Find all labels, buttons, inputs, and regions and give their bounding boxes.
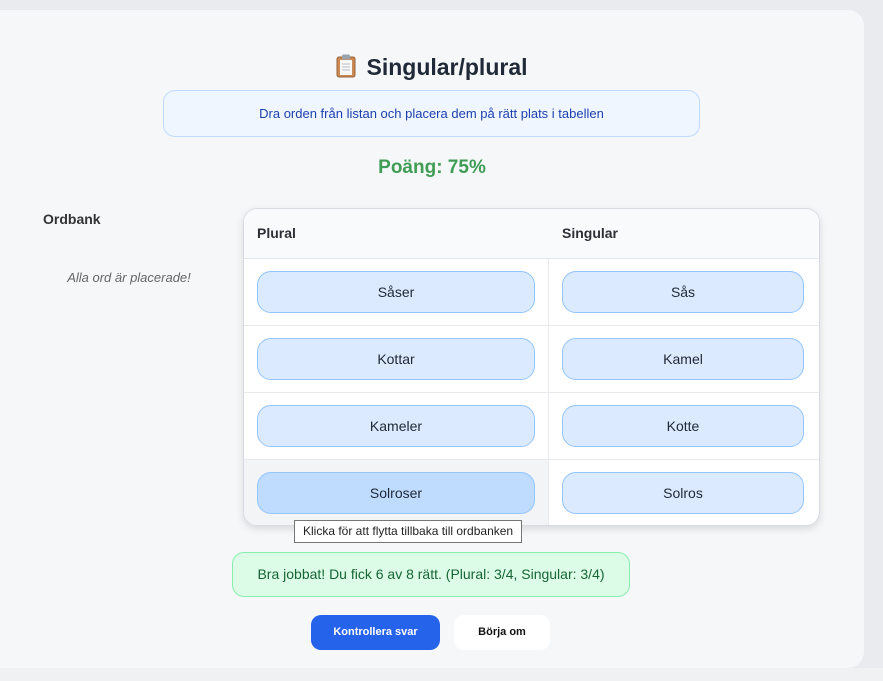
table-row: Solroser Solros bbox=[244, 460, 819, 525]
check-answers-button[interactable]: Kontrollera svar bbox=[311, 615, 440, 650]
column-header-singular: Singular bbox=[562, 225, 619, 241]
plural-drop-cell[interactable]: Kameler bbox=[244, 393, 549, 459]
word-bank-empty-message: Alla ord är placerade! bbox=[67, 270, 191, 285]
table-header: Plural Singular bbox=[244, 209, 819, 259]
word-chip[interactable]: Kamel bbox=[562, 338, 804, 380]
word-chip[interactable]: Sås bbox=[562, 271, 804, 313]
table-row: Kameler Kotte bbox=[244, 393, 819, 460]
instructions-box: Dra orden från listan och placera dem på… bbox=[163, 90, 700, 137]
singular-drop-cell[interactable]: Sås bbox=[549, 259, 819, 325]
word-chip[interactable]: Solros bbox=[562, 472, 804, 514]
word-chip[interactable]: Kameler bbox=[257, 405, 535, 447]
singular-drop-cell[interactable]: Kamel bbox=[549, 326, 819, 392]
plural-drop-cell[interactable]: Kottar bbox=[244, 326, 549, 392]
word-chip[interactable]: Kottar bbox=[257, 338, 535, 380]
tooltip: Klicka för att flytta tillbaka till ordb… bbox=[294, 520, 523, 543]
reset-button[interactable]: Börja om bbox=[454, 615, 550, 650]
word-bank-title: Ordbank bbox=[43, 211, 101, 227]
score-text: Poäng: 75% bbox=[378, 157, 486, 178]
word-chip[interactable]: Kotte bbox=[562, 405, 804, 447]
table-row: Såser Sås bbox=[244, 259, 819, 326]
answer-table: Plural Singular Såser Sås Kottar Kamel K… bbox=[243, 208, 820, 526]
word-chip[interactable]: Solroser bbox=[257, 472, 535, 514]
singular-drop-cell[interactable]: Kotte bbox=[549, 393, 819, 459]
feedback-message: Bra jobbat! Du fick 6 av 8 rätt. (Plural… bbox=[232, 552, 630, 597]
word-chip[interactable]: Såser bbox=[257, 271, 535, 313]
plural-drop-cell[interactable]: Solroser bbox=[244, 460, 549, 525]
column-header-plural: Plural bbox=[257, 225, 296, 241]
title-text: Singular/plural bbox=[366, 54, 528, 80]
table-row: Kottar Kamel bbox=[244, 326, 819, 393]
clipboard-icon bbox=[336, 54, 356, 84]
page-title: Singular/plural bbox=[0, 54, 864, 84]
plural-drop-cell[interactable]: Såser bbox=[244, 259, 549, 325]
bottom-strip bbox=[0, 668, 883, 681]
singular-drop-cell[interactable]: Solros bbox=[549, 460, 819, 525]
